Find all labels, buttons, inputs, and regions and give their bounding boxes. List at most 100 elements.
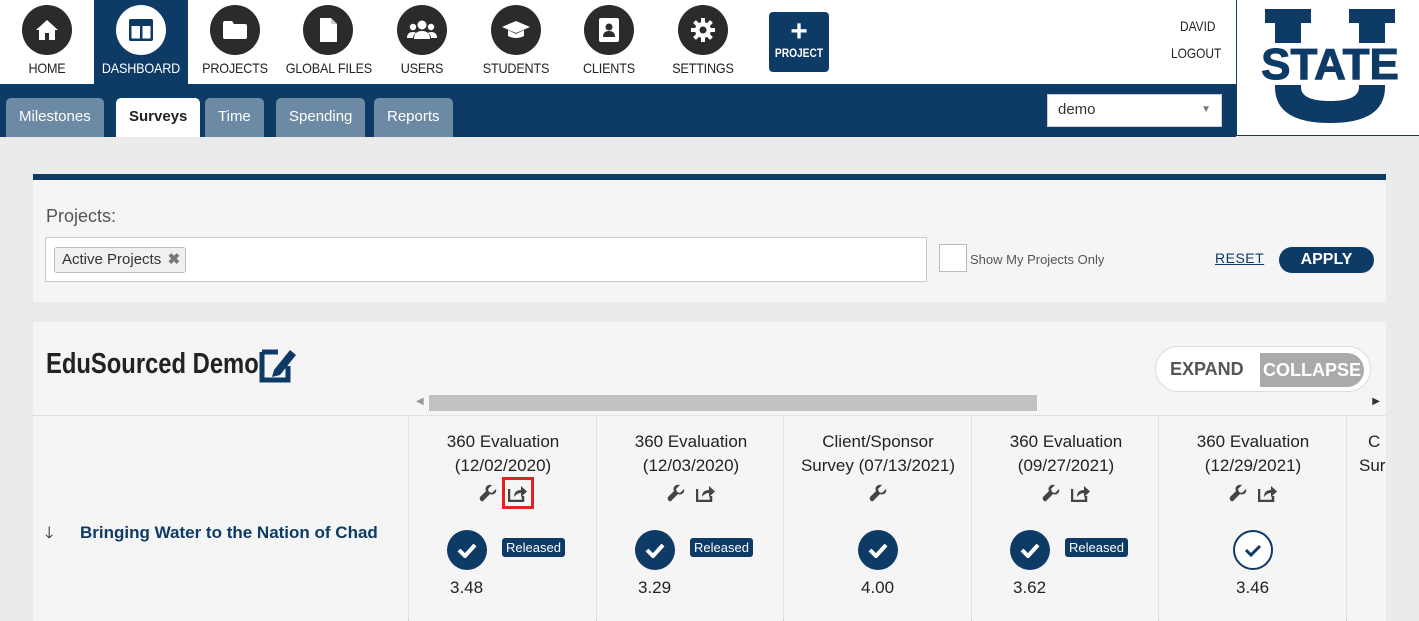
logo-text: STATE	[1261, 40, 1399, 89]
wrench-icon[interactable]	[1227, 482, 1249, 504]
university-logo[interactable]: STATE	[1236, 0, 1419, 136]
share-icon[interactable]	[1257, 482, 1279, 504]
project-row-name[interactable]: Bringing Water to the Nation of Chad	[80, 523, 378, 543]
wrench-icon[interactable]	[665, 482, 687, 504]
survey-name: 360 Evaluation (12/03/2020)	[597, 430, 785, 478]
expand-button[interactable]: EXPAND	[1170, 359, 1244, 380]
survey-name-line2: (12/29/2021)	[1204, 456, 1302, 475]
gear-icon	[678, 5, 728, 55]
sort-arrow-icon[interactable]: 🡓	[45, 522, 53, 549]
completed-check-icon	[635, 530, 675, 570]
home-icon	[22, 5, 72, 55]
nav-global-files-label: GLOBAL FILES	[285, 60, 373, 76]
nav-dashboard-label: DASHBOARD	[101, 60, 181, 76]
sub-navigation: Milestones Surveys Time Spending Reports…	[0, 84, 1236, 137]
nav-users-label: USERS	[400, 60, 444, 76]
new-project-button[interactable]: + PROJECT	[769, 12, 829, 72]
filter-chip-active-projects: Active Projects ✖	[54, 247, 187, 273]
remove-chip-icon[interactable]: ✖	[168, 248, 181, 272]
status-badge: Released	[690, 538, 753, 557]
nav-home[interactable]: HOME	[0, 0, 94, 84]
survey-column: 360 Evaluation (12/02/2020) Released 3.4…	[408, 416, 596, 621]
completed-check-icon	[858, 530, 898, 570]
state-u-logo-icon: STATE	[1251, 9, 1409, 123]
survey-score: 3.46	[1236, 578, 1270, 597]
show-my-projects-checkbox[interactable]	[939, 244, 967, 272]
share-icon[interactable]	[695, 482, 717, 504]
top-navigation-bar: HOME DASHBOARD PROJECTS GLOBAL FILES USE…	[0, 0, 1236, 84]
survey-actions	[597, 482, 785, 504]
nav-students[interactable]: STUDENTS	[469, 0, 563, 84]
file-icon	[303, 5, 353, 55]
nav-users[interactable]: USERS	[375, 0, 469, 84]
collapse-button[interactable]: COLLAPSE	[1260, 353, 1364, 387]
survey-score: 4.00	[861, 578, 895, 597]
survey-column: 360 Evaluation (12/29/2021) 3.46	[1158, 416, 1346, 621]
nav-projects[interactable]: PROJECTS	[188, 0, 282, 84]
survey-name-line1: 360 Evaluation	[1196, 432, 1310, 451]
tab-time[interactable]: Time	[205, 98, 264, 137]
nav-clients[interactable]: CLIENTS	[562, 0, 656, 84]
survey-actions	[409, 477, 597, 509]
user-name: DAVID	[1180, 18, 1216, 34]
nav-projects-label: PROJECTS	[202, 60, 268, 76]
reset-link[interactable]: RESET	[1215, 250, 1264, 266]
survey-score: 3.62	[1013, 578, 1047, 597]
show-my-projects-label: Show My Projects Only	[970, 252, 1105, 267]
nav-global-files[interactable]: GLOBAL FILES	[281, 0, 375, 84]
scroll-left-icon[interactable]: ◀	[416, 396, 424, 407]
survey-name-line2: (12/02/2020)	[454, 456, 552, 475]
tab-milestones[interactable]: Milestones	[6, 98, 104, 137]
survey-name-line1: 360 Evaluation	[1009, 432, 1123, 451]
survey-name-line1: C	[1368, 432, 1381, 451]
project-panel: EduSourced Demo EXPAND COLLAPSE ◀ ▶ 🡓 Br…	[33, 322, 1386, 621]
survey-name-line2: Survey (07/13/2021)	[800, 456, 956, 475]
tab-reports[interactable]: Reports	[374, 98, 453, 137]
share-icon[interactable]	[1070, 482, 1092, 504]
filter-chip-label: Active Projects	[62, 251, 162, 268]
survey-column: Client/Sponsor Survey (07/13/2021) 4.00	[783, 416, 971, 621]
share-icon[interactable]	[502, 477, 534, 509]
projects-filter-label: Projects:	[46, 206, 117, 226]
completed-check-icon	[1010, 530, 1050, 570]
survey-name-line1: 360 Evaluation	[634, 432, 748, 451]
wrench-icon[interactable]	[1040, 482, 1062, 504]
folder-icon	[210, 5, 260, 55]
survey-name-line2: (12/03/2020)	[642, 456, 740, 475]
survey-column: 360 Evaluation (12/03/2020) Released 3.2…	[596, 416, 784, 621]
wrench-icon[interactable]	[477, 482, 499, 504]
address-book-icon	[584, 5, 634, 55]
scroll-right-icon[interactable]: ▶	[1372, 396, 1380, 407]
survey-name: 360 Evaluation (12/02/2020)	[409, 430, 597, 478]
pending-check-icon	[1233, 530, 1273, 570]
survey-column: 360 Evaluation (09/27/2021) Released 3.6…	[971, 416, 1159, 621]
expand-collapse-toggle: EXPAND COLLAPSE	[1155, 346, 1371, 392]
survey-score: 3.48	[450, 578, 484, 597]
survey-name-line2: (09/27/2021)	[1017, 456, 1115, 475]
status-badge: Released	[1065, 538, 1128, 557]
completed-check-icon	[447, 530, 487, 570]
nav-settings[interactable]: SETTINGS	[656, 0, 750, 84]
survey-actions	[1159, 482, 1347, 504]
filter-panel: Projects: Active Projects ✖ Show My Proj…	[33, 174, 1386, 302]
organization-select-value: demo	[1058, 101, 1096, 118]
plus-icon: +	[790, 15, 808, 48]
organization-select[interactable]: demo ▼	[1047, 94, 1222, 127]
graduation-cap-icon	[491, 5, 541, 55]
tab-surveys[interactable]: Surveys	[116, 98, 201, 137]
scrollbar-thumb[interactable]	[429, 395, 1037, 411]
logout-link[interactable]: LOGOUT	[1171, 45, 1221, 61]
survey-name-line1: 360 Evaluation	[446, 432, 560, 451]
survey-column: C Sur	[1346, 416, 1386, 621]
nav-clients-label: CLIENTS	[583, 60, 635, 76]
tab-spending[interactable]: Spending	[276, 98, 366, 137]
edit-survey-icon[interactable]	[258, 344, 298, 389]
projects-filter-input[interactable]: Active Projects ✖	[45, 237, 927, 282]
horizontal-scrollbar[interactable]: ◀ ▶	[412, 393, 1386, 413]
wrench-icon[interactable]	[867, 482, 889, 504]
status-badge: Released	[502, 538, 565, 557]
nav-dashboard[interactable]: DASHBOARD	[94, 0, 188, 84]
new-project-label: PROJECT	[774, 46, 824, 60]
survey-name: Client/Sponsor Survey (07/13/2021)	[784, 430, 972, 478]
apply-button[interactable]: APPLY	[1279, 247, 1374, 273]
